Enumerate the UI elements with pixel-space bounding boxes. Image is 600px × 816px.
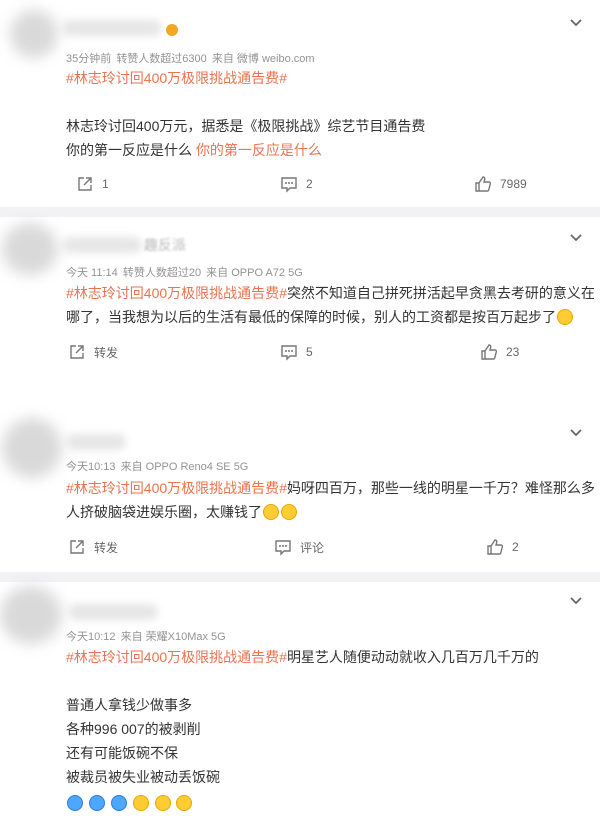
repost-icon <box>68 538 86 556</box>
comment-count: 2 <box>306 177 313 191</box>
like-count: 2 <box>512 540 519 554</box>
hashtag-link[interactable]: #林志玲讨回400万极限挑战通告费# <box>66 649 287 665</box>
post-text-line: 人挤破脑袋进娱乐圈，太赚钱了 <box>66 504 262 520</box>
post-content: #林志玲讨回400万极限挑战通告费# 林志玲讨回400万元，据悉是《极限挑战》综… <box>66 66 581 162</box>
user-name-suffix[interactable]: 趣反派 <box>144 235 186 255</box>
post-text-line: 你的第一反应是什么 你的第一反应是什么 <box>66 142 322 158</box>
like-button[interactable]: 7989 <box>474 175 527 193</box>
weibo-post: 今天10:12 来自 荣耀X10Max 5G #林志玲讨回400万极限挑战通告费… <box>0 582 600 816</box>
comment-label: 评论 <box>300 540 325 555</box>
post-time[interactable]: 35分钟前 <box>66 53 111 65</box>
post-source: 来自 OPPO A72 5G <box>206 267 303 279</box>
comment-icon <box>280 175 298 193</box>
post-text-line: 哪了，当我想为以后的生活有最低的保障的时候，别人的工资都是按百万起步了 <box>66 309 556 325</box>
weibo-post: 趣反派 今天 11:14 转赞人数超过20 来自 OPPO A72 5G #林志… <box>0 217 600 395</box>
comment-button[interactable]: 评论 <box>274 538 324 556</box>
emoji-icon <box>557 309 573 325</box>
shocked-emoji-icon <box>132 795 149 811</box>
like-count: 23 <box>506 345 520 359</box>
post-text-line: 明星艺人随便动动就收入几百万几千万的 <box>286 649 539 665</box>
avatar[interactable] <box>2 418 62 478</box>
chevron-down-icon[interactable] <box>568 229 584 245</box>
post-content: #林志玲讨回400万极限挑战通告费#明星艺人随便动动就收入几百万几千万的 普通人… <box>66 645 581 815</box>
post-source: 来自 微博 weibo.com <box>211 53 315 65</box>
crying-emoji-icon <box>88 795 105 811</box>
post-meta: 今天10:13 来自 OPPO Reno4 SE 5G <box>66 458 250 474</box>
post-text-line: 各种996 007的被剥削 <box>66 721 201 737</box>
weibo-post: 35分钟前 转赞人数超过6300 来自 微博 weibo.com #林志玲讨回4… <box>0 0 600 206</box>
comment-button[interactable]: 2 <box>280 175 313 193</box>
post-text-line: 还有可能饭碗不保 <box>66 745 178 761</box>
like-count: 7989 <box>500 177 527 191</box>
post-content: #林志玲讨回400万极限挑战通告费#妈呀四百万，那些一线的明星一千万？难怪那么多… <box>66 476 595 524</box>
chevron-down-icon[interactable] <box>568 592 584 608</box>
emoji-row <box>66 791 581 815</box>
post-text-line: 妈呀四百万，那些一线的明星一千万？难怪那么多 <box>286 480 595 496</box>
post-source: 来自 OPPO Reno4 SE 5G <box>120 461 249 473</box>
comment-button[interactable]: 5 <box>280 343 313 361</box>
crying-emoji-icon <box>67 795 83 811</box>
post-content: #林志玲讨回400万极限挑战通告费#突然不知道自己拼死拼活起早贪黑去考研的意义在… <box>66 281 595 329</box>
repost-count-meta: 转赞人数超过6300 <box>116 53 207 65</box>
repost-label: 转发 <box>94 345 119 360</box>
user-name[interactable] <box>66 434 126 450</box>
comment-icon <box>274 538 292 556</box>
weibo-post: 今天10:13 来自 OPPO Reno4 SE 5G #林志玲讨回400万极限… <box>0 412 600 570</box>
repost-label: 转发 <box>94 540 119 555</box>
post-meta: 35分钟前 转赞人数超过6300 来自 微博 weibo.com <box>66 50 317 66</box>
post-source: 来自 荣耀X10Max 5G <box>120 631 226 643</box>
repost-button[interactable]: 1 <box>76 175 109 193</box>
avatar[interactable] <box>10 10 58 58</box>
user-name[interactable] <box>68 604 158 620</box>
like-icon <box>480 343 498 361</box>
repost-icon <box>68 343 86 361</box>
like-icon <box>486 538 504 556</box>
hashtag-link[interactable]: #林志玲讨回400万极限挑战通告费# <box>66 480 287 496</box>
comment-count: 5 <box>306 345 313 359</box>
repost-button[interactable]: 转发 <box>68 343 118 361</box>
crying-emoji-icon <box>110 795 127 811</box>
laugh-emoji-icon <box>263 504 279 520</box>
post-text-line: 普通人拿钱少做事多 <box>66 697 192 713</box>
user-name[interactable] <box>62 237 142 253</box>
like-button[interactable]: 23 <box>480 343 519 361</box>
repost-count: 1 <box>102 177 109 191</box>
post-divider <box>0 572 600 582</box>
post-divider <box>0 207 600 217</box>
post-divider <box>0 396 600 404</box>
chevron-down-icon[interactable] <box>568 14 584 30</box>
avatar[interactable] <box>0 586 62 644</box>
post-meta: 今天 11:14 转赞人数超过20 来自 OPPO A72 5G <box>66 264 305 280</box>
repost-count-meta: 转赞人数超过20 <box>122 267 202 279</box>
post-text-line: 被裁员被失业被动丢饭碗 <box>66 769 220 785</box>
repost-icon <box>76 175 94 193</box>
topic-link[interactable]: 你的第一反应是什么 <box>196 142 322 158</box>
avatar[interactable] <box>2 223 58 275</box>
post-time[interactable]: 今天10:12 <box>66 631 116 643</box>
like-icon <box>474 175 492 193</box>
shocked-emoji-icon <box>154 795 171 811</box>
post-meta: 今天10:12 来自 荣耀X10Max 5G <box>66 628 228 644</box>
post-time[interactable]: 今天 11:14 <box>66 267 118 279</box>
post-text-line: 林志玲讨回400万元，据悉是《极限挑战》综艺节目通告费 <box>66 118 426 134</box>
like-button[interactable]: 2 <box>486 538 519 556</box>
user-name[interactable] <box>62 20 162 36</box>
shocked-emoji-icon <box>176 795 193 811</box>
post-text-line: 突然不知道自己拼死拼活起早贪黑去考研的意义在 <box>286 285 595 301</box>
comment-icon <box>280 343 298 361</box>
laugh-emoji-icon <box>281 504 297 520</box>
user-badge-icon <box>166 24 178 36</box>
hashtag-link[interactable]: #林志玲讨回400万极限挑战通告费# <box>66 285 287 301</box>
post-time[interactable]: 今天10:13 <box>66 461 116 473</box>
repost-button[interactable]: 转发 <box>68 538 118 556</box>
hashtag-link[interactable]: #林志玲讨回400万极限挑战通告费# <box>66 66 581 90</box>
chevron-down-icon[interactable] <box>568 424 584 440</box>
